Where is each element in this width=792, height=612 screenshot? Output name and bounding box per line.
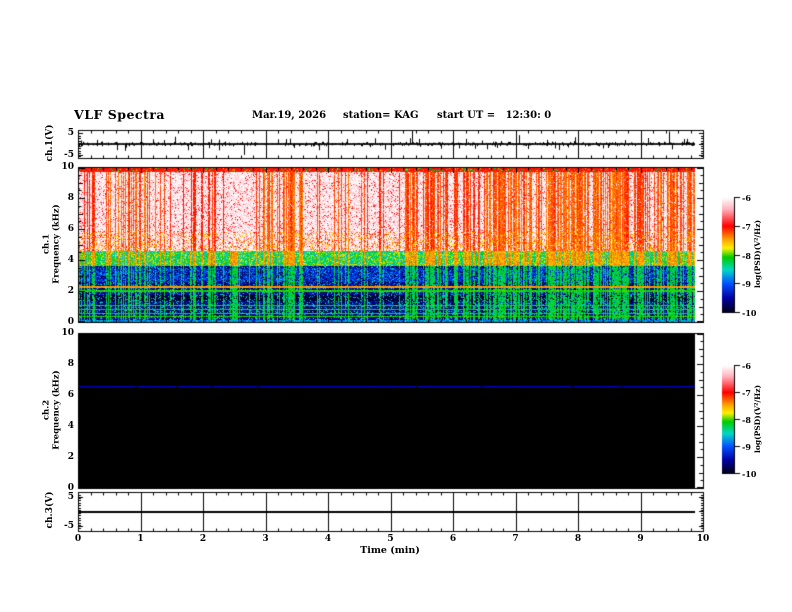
vlf-spectra-figure: VLF Spectra Mar.19, 2026 station= KAG st…: [0, 0, 792, 612]
freq-tick-label: 0: [67, 317, 74, 327]
ch1-frequency-axis-label: ch.1 Frequency (kHz): [42, 167, 62, 322]
colorbar-tick-label: -8: [742, 415, 751, 425]
x-tick-label: 3: [262, 534, 269, 544]
freq-tick-label: 8: [67, 193, 74, 203]
ch1-axis-line2: Frequency (kHz): [51, 204, 62, 284]
colorbar-tick-label: -7: [742, 221, 751, 232]
volt-tick-label: 5: [67, 492, 74, 502]
ch2-axis-line1: ch.2: [41, 399, 52, 421]
x-tick-label: 0: [74, 534, 82, 544]
freq-tick-label: 6: [67, 224, 74, 234]
x-tick-label: 1: [137, 534, 144, 544]
x-tick-label: 2: [199, 534, 207, 544]
x-tick-label: 5: [387, 534, 394, 544]
x-tick-label: 7: [512, 534, 519, 544]
ch3v-axis-label: ch.3(V): [45, 491, 55, 529]
freq-tick-label: 4: [67, 421, 74, 431]
ch2-axis-line2: Frequency (kHz): [51, 370, 62, 450]
start-ut-label: start UT = 12:30: 0: [437, 110, 552, 121]
date-label: Mar.19, 2026: [252, 110, 327, 121]
x-tick-label: 9: [637, 534, 644, 544]
colorbar-tick-label: -6: [742, 361, 751, 371]
volt-tick-label: 5: [67, 128, 74, 138]
freq-tick-label: 6: [67, 390, 74, 400]
freq-tick-label: 10: [61, 328, 74, 338]
freq-tick-label: 8: [67, 359, 74, 369]
freq-tick-label: 4: [67, 255, 74, 265]
volt-tick-label: -5: [64, 521, 74, 531]
freq-tick-label: 2: [67, 286, 74, 296]
time-axis-label: Time (min): [360, 545, 420, 556]
x-tick-label: 6: [449, 534, 457, 544]
plot-title: VLF Spectra: [74, 107, 166, 122]
colorbar-tick-label: -6: [742, 193, 751, 203]
colorbar-tick-label: -9: [742, 279, 751, 290]
plot-canvas: [0, 0, 792, 612]
station-label: station= KAG: [343, 110, 419, 121]
x-tick-label: 4: [324, 534, 332, 544]
colorbar-tick-label: -8: [742, 250, 751, 261]
colorbar-tick-label: -7: [742, 388, 751, 398]
colorbar-tick-label: -10: [742, 308, 757, 318]
volt-tick-label: -5: [64, 150, 74, 160]
colorbar-tick-label: -10: [742, 469, 757, 479]
colorbar-tick-label: -9: [742, 442, 751, 452]
ch2-frequency-axis-label: ch.2 Frequency (kHz): [42, 333, 62, 488]
x-tick-label: 10: [696, 534, 710, 544]
x-tick-label: 8: [574, 534, 582, 544]
ch1-axis-line1: ch.1: [41, 233, 52, 255]
freq-tick-label: 10: [61, 162, 74, 172]
freq-tick-label: 2: [67, 452, 74, 462]
